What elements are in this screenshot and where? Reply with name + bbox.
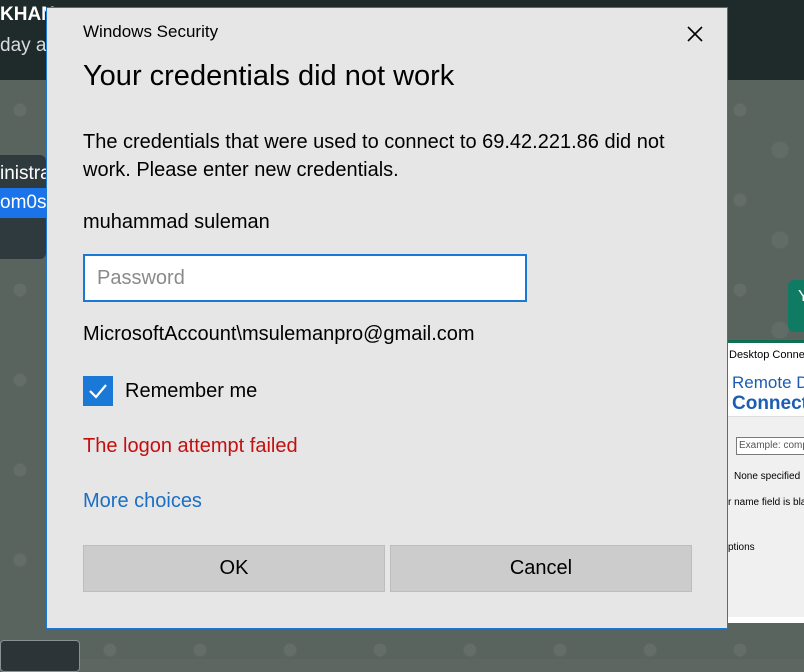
remote-desktop-window: Desktop Connection Remote Desktop Connec… xyxy=(728,340,804,623)
remember-me-checkbox[interactable]: Remember me xyxy=(83,376,257,406)
close-button[interactable] xyxy=(677,16,713,52)
rdp-banner-line1: Remote Desktop xyxy=(732,373,804,392)
checkbox-box[interactable] xyxy=(83,376,113,406)
rdp-title: Desktop Connection xyxy=(728,343,804,367)
cancel-button[interactable]: Cancel xyxy=(390,545,692,592)
rdp-body: Example: computer.fabrikam.com None spec… xyxy=(728,417,804,617)
more-choices-link[interactable]: More choices xyxy=(83,490,202,513)
chat-last-seen: day at xyxy=(0,35,52,56)
rdp-options-link[interactable]: ptions xyxy=(728,542,755,553)
dialog-window-title: Windows Security xyxy=(83,22,219,41)
error-message: The logon attempt failed xyxy=(83,435,298,457)
rdp-blank-note: r name field is blank xyxy=(728,497,804,508)
checkmark-icon xyxy=(89,384,107,399)
ok-button[interactable]: OK xyxy=(83,545,385,592)
rdp-computer-field[interactable]: Example: computer.fabrikam.com xyxy=(736,437,804,455)
chat-input-box[interactable] xyxy=(0,640,80,672)
dialog-heading: Your credentials did not work xyxy=(83,60,455,92)
username-label: muhammad suleman xyxy=(83,211,270,233)
dialog-message: The credentials that were used to connec… xyxy=(83,131,665,181)
chat-message-selected-text: om0s xyxy=(0,188,46,218)
chat-outgoing-bubble: Y xyxy=(788,280,804,332)
remember-me-label: Remember me xyxy=(125,379,258,402)
rdp-banner-line2: Connection xyxy=(732,393,804,414)
account-label: MicrosoftAccount\msulemanpro@gmail.com xyxy=(83,323,475,345)
rdp-banner: Remote Desktop Connection xyxy=(728,367,804,417)
windows-security-dialog: Windows Security Your credentials did no… xyxy=(46,7,728,629)
password-input[interactable] xyxy=(83,254,527,302)
close-icon xyxy=(687,26,703,42)
rdp-user-status: None specified xyxy=(734,471,801,482)
